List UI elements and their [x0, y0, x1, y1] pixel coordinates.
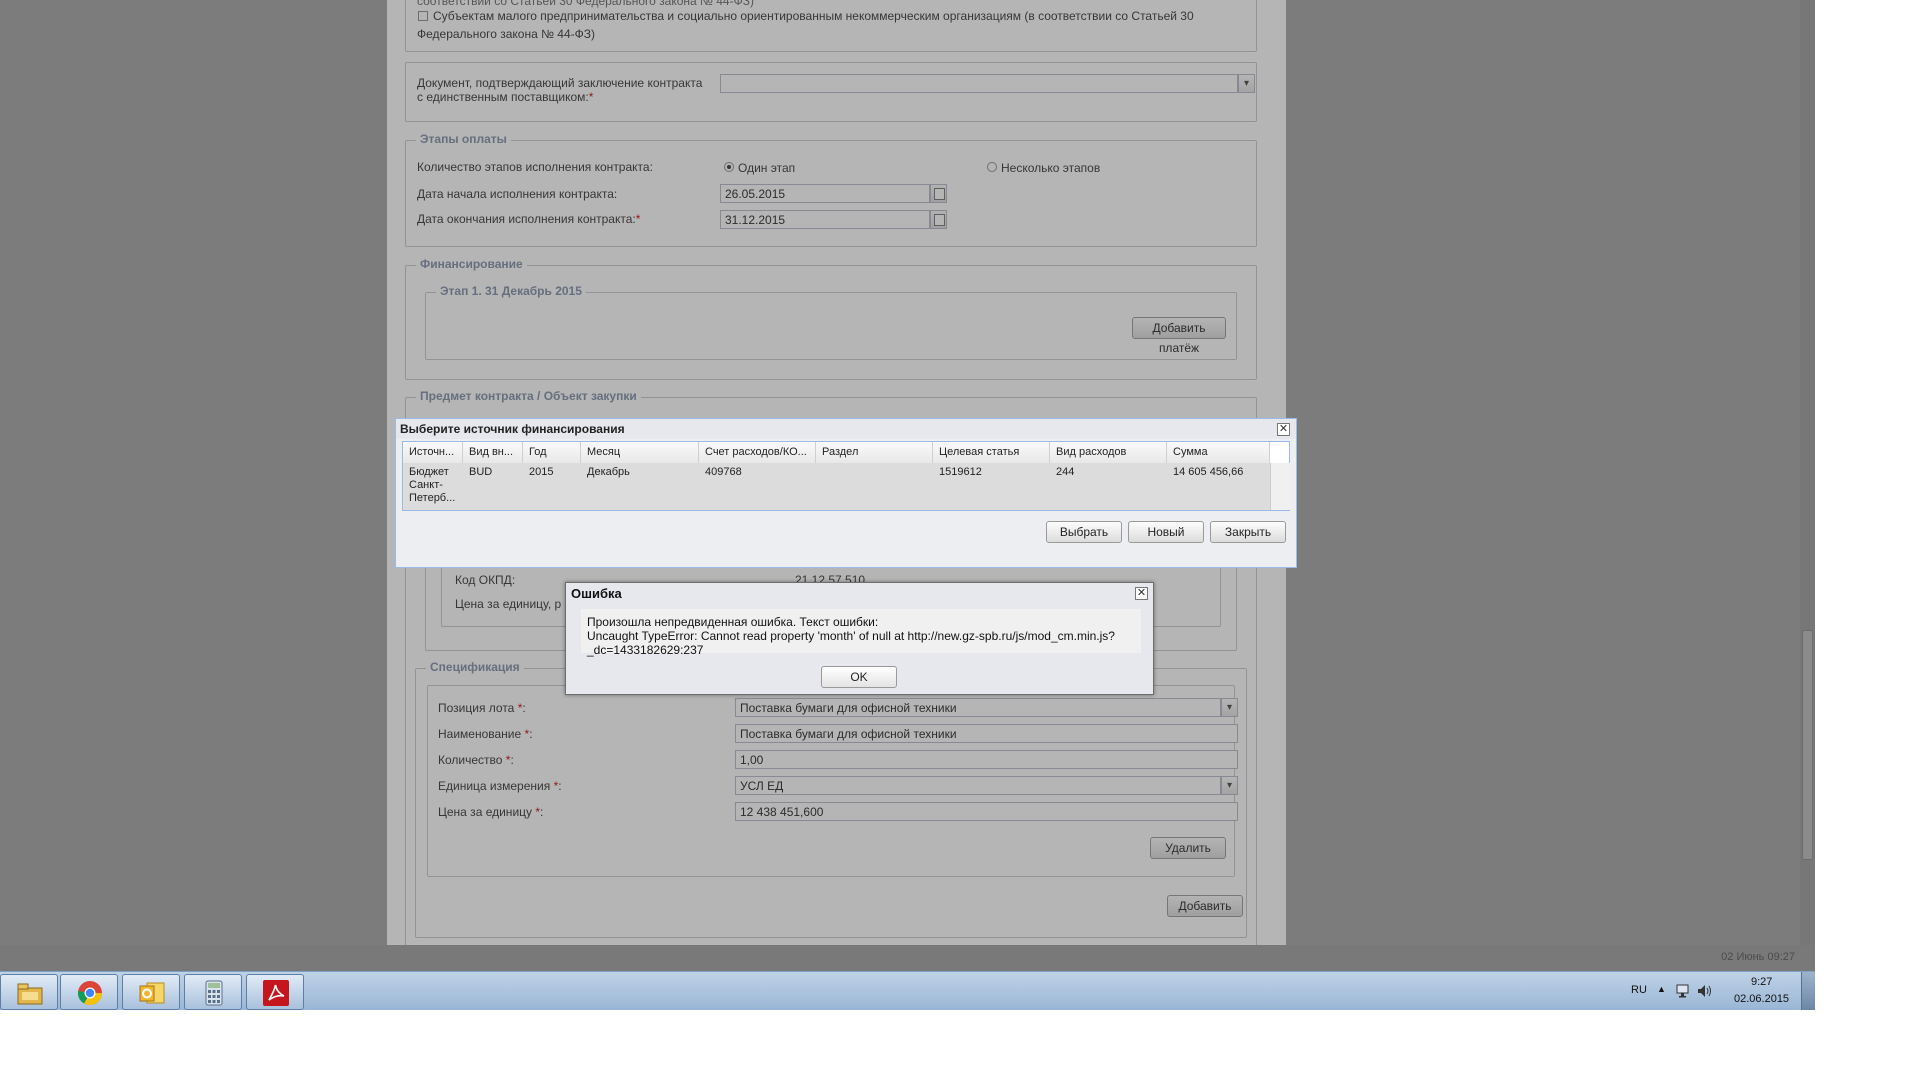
grid-scrollbar[interactable]: [1270, 463, 1290, 510]
cell-year: 2015: [529, 466, 554, 478]
screen: соответствии со Статьей 30 Федерального …: [0, 0, 1815, 1010]
network-icon[interactable]: [1676, 984, 1692, 998]
outlook-icon: [139, 982, 165, 1004]
taskbar-explorer[interactable]: [0, 974, 58, 1010]
col-header[interactable]: Месяц: [581, 442, 699, 463]
col-header[interactable]: Вид расходов: [1050, 442, 1167, 463]
volume-icon[interactable]: [1697, 984, 1713, 998]
cell-expense-type: 244: [1056, 466, 1075, 478]
col-header[interactable]: Вид вн...: [463, 442, 523, 463]
calculator-icon: [205, 980, 223, 1006]
acrobat-icon: [263, 980, 289, 1006]
error-dialog: Ошибка ✕ Произошла непредвиденная ошибка…: [565, 582, 1154, 695]
cell-target: 1519612: [939, 466, 982, 478]
col-header[interactable]: Источн...: [403, 442, 463, 463]
select-button[interactable]: Выбрать: [1046, 521, 1122, 543]
funding-window-title: Выберите источник финансирования: [396, 419, 1296, 439]
new-button[interactable]: Новый: [1128, 521, 1204, 543]
taskbar: RU ▲ 9:27 02.06.2015: [0, 971, 1815, 1010]
error-line-2: Uncaught TypeError: Cannot read property…: [587, 629, 1115, 643]
clock-date[interactable]: 02.06.2015: [1734, 993, 1789, 1005]
close-icon[interactable]: ✕: [1277, 423, 1290, 436]
error-line-1: Произошла непредвиденная ошибка. Текст о…: [587, 615, 879, 629]
error-message: Произошла непредвиденная ошибка. Текст о…: [581, 609, 1141, 657]
language-indicator[interactable]: RU: [1631, 984, 1647, 996]
chevron-up-icon[interactable]: ▲: [1657, 984, 1666, 994]
chrome-icon: [78, 981, 102, 1006]
error-line-3: _dc=1433182629:237: [587, 643, 704, 657]
cell-month: Декабрь: [587, 466, 630, 478]
cell-source: Бюджет Санкт- Петерб...: [409, 466, 456, 504]
table-row[interactable]: Бюджет Санкт- Петерб... BUD 2015 Декабрь 4…: [403, 463, 1270, 510]
cell-type: BUD: [469, 466, 493, 478]
taskbar-chrome[interactable]: [60, 974, 118, 1010]
col-header[interactable]: Год: [523, 442, 581, 463]
ok-button[interactable]: OK: [821, 666, 897, 688]
show-desktop-button[interactable]: [1801, 972, 1815, 1010]
col-header[interactable]: Целевая статья: [933, 442, 1050, 463]
cell-amount: 14 605 456,66: [1173, 466, 1244, 478]
funding-grid: Источн... Вид вн... Год Месяц Счет расхо…: [402, 441, 1290, 511]
taskbar-acrobat[interactable]: [246, 974, 304, 1010]
taskbar-calculator[interactable]: [184, 974, 242, 1010]
file-explorer-icon: [17, 983, 43, 1005]
col-header[interactable]: Счет расходов/КО...: [699, 442, 816, 463]
close-button[interactable]: Закрыть: [1210, 521, 1286, 543]
cell-account: 409768: [705, 466, 742, 478]
error-dialog-title: Ошибка: [571, 586, 622, 601]
taskbar-outlook[interactable]: [122, 974, 180, 1010]
funding-source-window: Выберите источник финансирования ✕ Источ…: [395, 418, 1297, 568]
col-header[interactable]: Раздел: [816, 442, 933, 463]
col-header[interactable]: Сумма: [1167, 442, 1270, 463]
clock-time[interactable]: 9:27: [1751, 976, 1772, 988]
close-icon[interactable]: ✕: [1135, 587, 1148, 600]
